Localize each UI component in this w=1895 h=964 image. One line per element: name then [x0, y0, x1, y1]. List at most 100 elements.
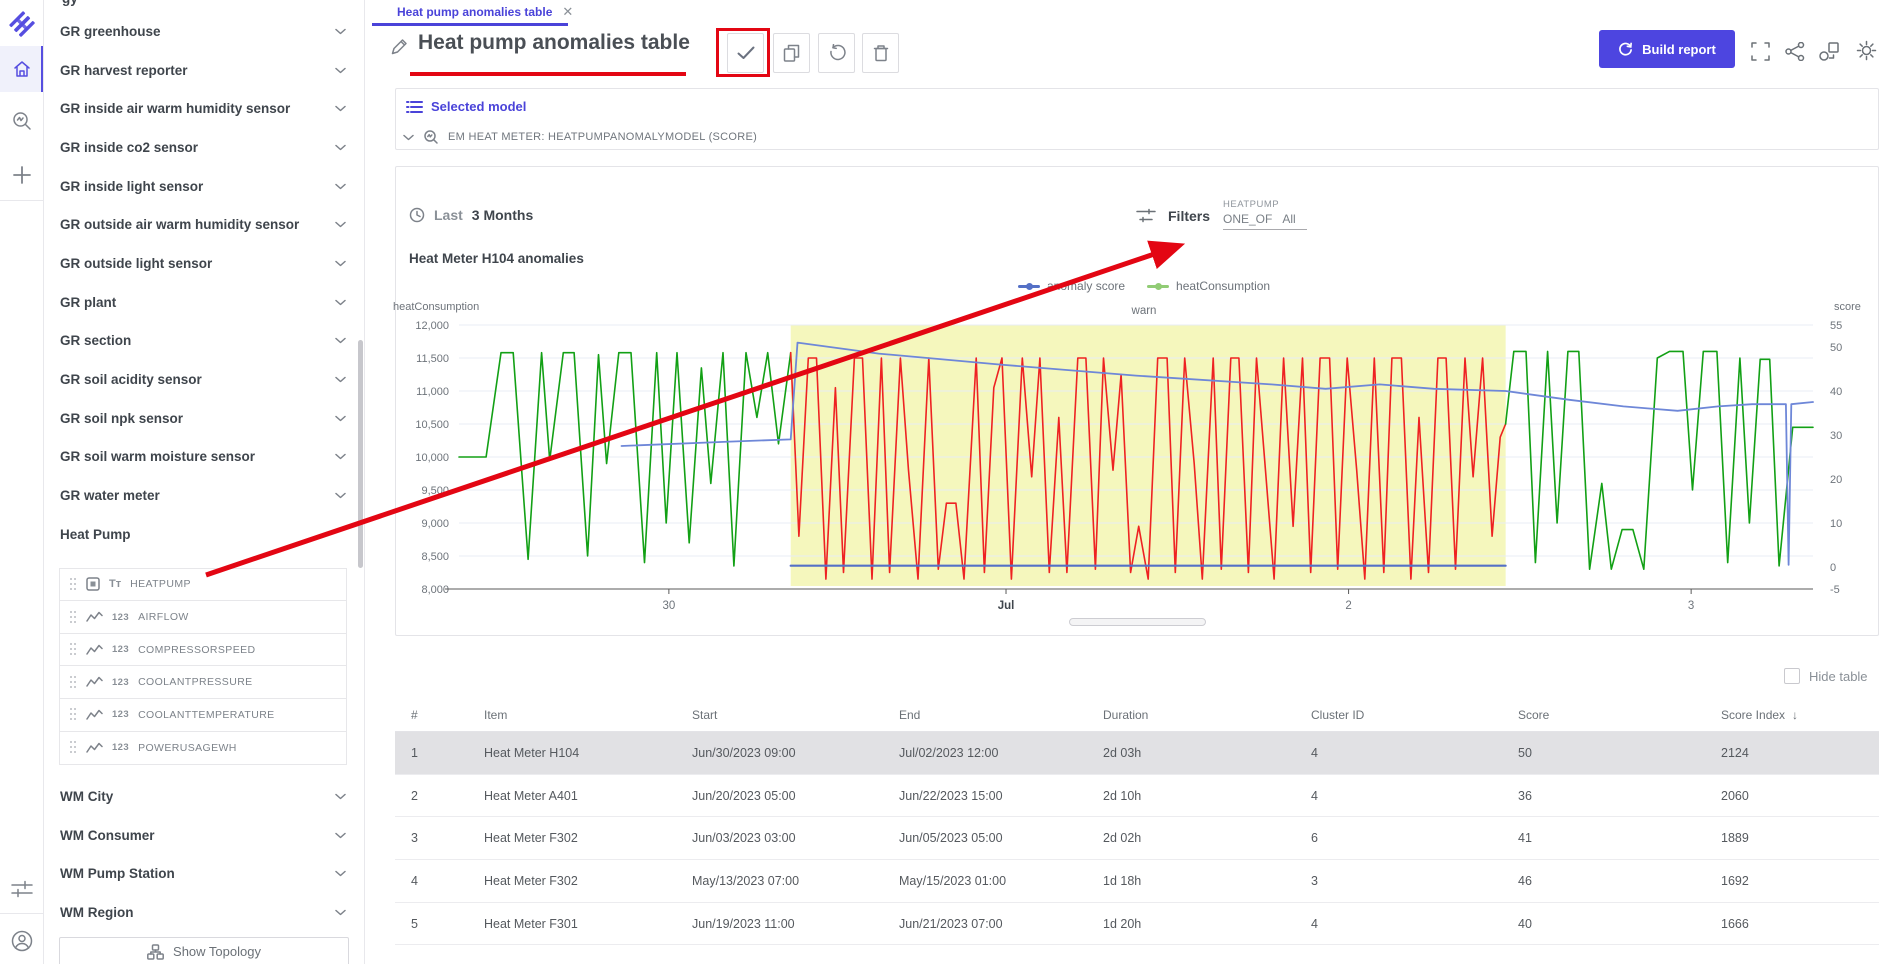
reset-widget-button[interactable]	[818, 33, 855, 73]
attribute-item-coolantpressure[interactable]: 123COOLANTPRESSURE	[60, 666, 346, 699]
attribute-item-coolanttemperature[interactable]: 123COOLANTTEMPERATURE	[60, 699, 346, 732]
filter-icon	[1136, 207, 1156, 224]
tab-close-icon[interactable]: ✕	[562, 5, 573, 18]
column-header-end[interactable]: End	[899, 708, 1103, 722]
sidebar-item-heat-pump[interactable]: Heat Pump	[44, 515, 364, 554]
drag-handle-icon[interactable]	[70, 578, 77, 591]
detach-widget-button[interactable]	[1819, 42, 1840, 61]
nav-explore[interactable]	[0, 104, 43, 138]
sidebar-item-gr-harvest-reporter[interactable]: GR harvest reporter	[44, 51, 364, 90]
nav-add[interactable]	[0, 158, 43, 192]
drag-handle-icon[interactable]	[70, 611, 77, 624]
sidebar-item-gr-section[interactable]: GR section	[44, 322, 364, 361]
anomaly-chart[interactable]: 12,00011,50011,00010,50010,0009,5009,000…	[396, 319, 1878, 619]
legend-item-heatconsumption[interactable]: heatConsumption	[1147, 279, 1270, 293]
nav-account[interactable]	[0, 924, 43, 958]
sidebar-item-gr-soil-npk-sensor[interactable]: GR soil npk sensor	[44, 399, 364, 438]
nav-settings-sliders[interactable]	[0, 874, 43, 904]
drag-handle-icon[interactable]	[70, 741, 77, 754]
chevron-down-icon	[335, 67, 346, 74]
sidebar-item-gr-water-meter[interactable]: GR water meter	[44, 476, 364, 515]
numeric-type-icon: 123	[112, 612, 129, 623]
sidebar-item-gr-soil-acidity-sensor[interactable]: GR soil acidity sensor	[44, 360, 364, 399]
filters-control[interactable]: Filters	[1136, 207, 1210, 224]
column-header-item[interactable]: Item	[484, 708, 692, 722]
show-topology-button[interactable]: Show Topology	[59, 937, 349, 964]
search-icon	[11, 110, 33, 132]
column-header-start[interactable]: Start	[692, 708, 899, 722]
confirm-title-button[interactable]	[727, 33, 764, 73]
sidebar-item-gr-inside-co2-sensor[interactable]: GR inside co2 sensor	[44, 128, 364, 167]
left-axis-tick-label: 8,500	[421, 551, 449, 563]
sidebar-item-gr-inside-air-warm-humidity-sensor[interactable]: GR inside air warm humidity sensor	[44, 89, 364, 128]
sidebar-item-wm-region[interactable]: WM Region	[44, 893, 364, 932]
attribute-item-compressorspeed[interactable]: 123COMPRESSORSPEED	[60, 634, 346, 667]
table-row[interactable]: 3Heat Meter F302Jun/03/2023 03:00Jun/05/…	[395, 817, 1879, 860]
anomalies-table: #ItemStartEndDurationCluster IDScoreScor…	[395, 698, 1879, 945]
sidebar-scrollbar[interactable]	[358, 340, 363, 568]
sort-descending-icon[interactable]: ↓	[1792, 708, 1798, 722]
trash-icon	[873, 44, 889, 62]
sidebar-item-wm-pump-station[interactable]: WM Pump Station	[44, 855, 364, 894]
sidebar-item-label: GR water meter	[60, 488, 335, 503]
app-logo[interactable]	[0, 8, 43, 40]
attribute-label: COMPRESSORSPEED	[138, 644, 255, 656]
table-row[interactable]: 2Heat Meter A401Jun/20/2023 05:00Jun/22/…	[395, 775, 1879, 818]
chart-horizontal-scrollbar[interactable]	[1069, 618, 1206, 626]
nav-home[interactable]	[0, 46, 43, 92]
share-button[interactable]	[1785, 42, 1805, 61]
attribute-label: HEATPUMP	[130, 578, 191, 590]
sidebar-item-gr-soil-warm-moisture-sensor[interactable]: GR soil warm moisture sensor	[44, 438, 364, 477]
widget-settings-button[interactable]	[1856, 40, 1877, 61]
fullscreen-button[interactable]	[1751, 42, 1770, 61]
build-report-button[interactable]: Build report	[1599, 30, 1735, 68]
hide-table-checkbox[interactable]	[1784, 668, 1800, 684]
table-cell: Jun/30/2023 09:00	[692, 746, 899, 760]
delete-widget-button[interactable]	[862, 33, 899, 73]
drag-handle-icon[interactable]	[70, 643, 77, 656]
x-axis-tick-label: 2	[1345, 600, 1351, 612]
selected-model-row[interactable]: EM HEAT METER: HEATPUMPANOMALYMODEL (SCO…	[403, 129, 757, 145]
duplicate-widget-button[interactable]	[773, 33, 810, 73]
sidebar-item-wm-city[interactable]: WM City	[44, 777, 364, 816]
chevron-down-icon	[335, 832, 346, 839]
filter-heatpump-chip[interactable]: HEATPUMP ONE_OFAll	[1223, 199, 1307, 230]
tab-heat-pump-anomalies-table[interactable]: Heat pump anomalies table ✕	[372, 0, 568, 26]
legend-marker	[1147, 283, 1169, 290]
drag-handle-icon[interactable]	[70, 676, 77, 689]
column-header-score-index[interactable]: Score Index↓	[1721, 708, 1879, 722]
table-row[interactable]: 1Heat Meter H104Jun/30/2023 09:00Jul/02/…	[395, 732, 1879, 775]
filter-value[interactable]: All	[1282, 212, 1295, 226]
attribute-item-heatpump[interactable]: TтHEATPUMP	[60, 569, 346, 602]
right-axis-title: score	[1834, 301, 1861, 313]
heat-pump-attribute-list: TтHEATPUMP123AIRFLOW123COMPRESSORSPEED12…	[59, 568, 347, 766]
column-header-score[interactable]: Score	[1518, 708, 1721, 722]
table-cell: 2124	[1721, 746, 1879, 760]
table-row[interactable]: 5Heat Meter F301Jun/19/2023 11:00Jun/21/…	[395, 903, 1879, 946]
table-cell: 50	[1518, 746, 1721, 760]
chevron-down-icon	[335, 453, 346, 460]
table-row[interactable]: 4Heat Meter F302May/13/2023 07:00May/15/…	[395, 860, 1879, 903]
column-header--[interactable]: #	[411, 708, 484, 722]
sidebar-item-gr-inside-light-sensor[interactable]: GR inside light sensor	[44, 167, 364, 206]
warn-region-band	[791, 325, 1506, 586]
sidebar-item-gr-plant[interactable]: GR plant	[44, 283, 364, 322]
sidebar-item-label: GR harvest reporter	[60, 63, 335, 78]
time-range-control[interactable]: Last 3 Months	[409, 207, 533, 223]
table-cell: May/15/2023 01:00	[899, 874, 1103, 888]
time-range-value: 3 Months	[472, 207, 533, 223]
drag-handle-icon[interactable]	[70, 708, 77, 721]
sidebar-item-label: Heat Pump	[60, 527, 346, 542]
sidebar-item-gr-outside-light-sensor[interactable]: GR outside light sensor	[44, 244, 364, 283]
edit-title-icon[interactable]	[391, 38, 408, 55]
attribute-item-airflow[interactable]: 123AIRFLOW	[60, 601, 346, 634]
left-axis-tick-label: 9,500	[421, 485, 449, 497]
sidebar-item-wm-consumer[interactable]: WM Consumer	[44, 816, 364, 855]
column-header-cluster-id[interactable]: Cluster ID	[1311, 708, 1518, 722]
sidebar-item-gr-greenhouse[interactable]: GR greenhouse	[44, 12, 364, 51]
column-header-duration[interactable]: Duration	[1103, 708, 1311, 722]
legend-item-anomaly-score[interactable]: anomaly score	[1018, 279, 1125, 293]
left-axis-tick-label: 11,500	[416, 353, 449, 365]
attribute-item-powerusagewh[interactable]: 123POWERUSAGEWH	[60, 732, 346, 765]
sidebar-item-gr-outside-air-warm-humidity-sensor[interactable]: GR outside air warm humidity sensor	[44, 205, 364, 244]
